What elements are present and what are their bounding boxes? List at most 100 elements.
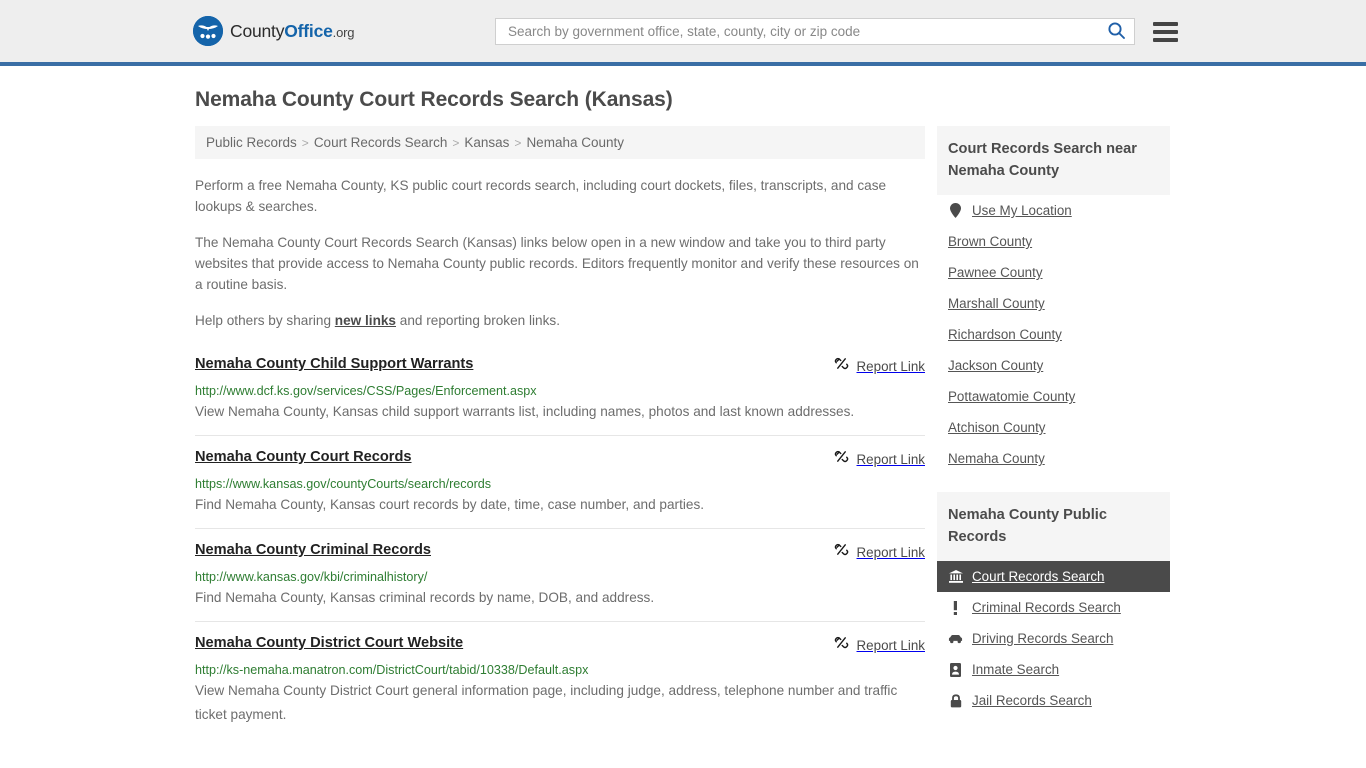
report-link-button[interactable]: Report Link — [834, 541, 925, 562]
sidebar-item-pottawatomie-county[interactable]: Pottawatomie County — [937, 381, 1170, 412]
report-link-label: Report Link — [856, 544, 925, 560]
sidebar-item-label: Jail Records Search — [972, 693, 1092, 708]
new-links-link[interactable]: new links — [335, 313, 396, 328]
sidebar-item-criminal-records-search[interactable]: Criminal Records Search — [937, 592, 1170, 623]
intro-p3-after: and reporting broken links. — [396, 313, 560, 328]
result-item: Nemaha County Child Support Warrants Rep… — [195, 355, 925, 436]
breadcrumb-item-kansas[interactable]: Kansas — [464, 135, 509, 150]
list-item: Nemaha County — [937, 443, 1170, 474]
main-column: Public Records > Court Records Search > … — [195, 126, 925, 750]
sidebar-item-inmate-search[interactable]: Inmate Search — [937, 654, 1170, 685]
broken-chain-icon — [834, 356, 849, 376]
broken-chain-icon — [834, 635, 849, 655]
header-search-zone — [495, 18, 1178, 45]
sidebar-item-jackson-county[interactable]: Jackson County — [937, 350, 1170, 381]
map-pin-icon — [948, 203, 963, 218]
sidebar-public-records-list: Court Records Search Criminal Records Se… — [937, 561, 1170, 716]
exclamation-icon — [948, 600, 963, 615]
result-header: Nemaha County Court Records Report Link — [195, 448, 925, 469]
report-link-label: Report Link — [856, 358, 925, 374]
list-item: Court Records Search — [937, 561, 1170, 592]
broken-chain-icon — [834, 542, 849, 562]
sidebar-item-richardson-county[interactable]: Richardson County — [937, 319, 1170, 350]
report-link-label: Report Link — [856, 451, 925, 467]
sidebar-item-label: Pawnee County — [948, 265, 1043, 280]
site-header: CountyOffice.org — [0, 0, 1366, 66]
result-url[interactable]: http://ks-nemaha.manatron.com/DistrictCo… — [195, 662, 925, 678]
breadcrumb: Public Records > Court Records Search > … — [195, 126, 925, 159]
breadcrumb-item-public-records[interactable]: Public Records — [206, 135, 297, 150]
result-url[interactable]: http://www.kansas.gov/kbi/criminalhistor… — [195, 569, 925, 585]
intro-text: Perform a free Nemaha County, KS public … — [195, 175, 925, 331]
sidebar-item-label: Pottawatomie County — [948, 389, 1076, 404]
result-title-link[interactable]: Nemaha County District Court Website — [195, 634, 463, 653]
hamburger-bar — [1153, 29, 1178, 34]
site-logo[interactable]: CountyOffice.org — [193, 16, 354, 46]
sidebar-heading-nearby: Court Records Search near Nemaha County — [937, 126, 1170, 195]
id-card-icon — [948, 662, 963, 677]
report-link-button[interactable]: Report Link — [834, 634, 925, 655]
result-description: Find Nemaha County, Kansas court records… — [195, 497, 705, 512]
result-title-link[interactable]: Nemaha County Child Support Warrants — [195, 355, 473, 374]
sidebar-item-brown-county[interactable]: Brown County — [937, 226, 1170, 257]
list-item: Criminal Records Search — [937, 592, 1170, 623]
page-body: Nemaha County Court Records Search (Kans… — [0, 88, 1366, 750]
breadcrumb-separator: > — [301, 135, 309, 150]
sidebar-item-label: Driving Records Search — [972, 631, 1114, 646]
report-link-button[interactable]: Report Link — [834, 355, 925, 376]
sidebar-item-label: Court Records Search — [972, 569, 1105, 584]
result-title-link[interactable]: Nemaha County Criminal Records — [195, 541, 431, 560]
sidebar-public-records-block: Nemaha County Public Records Court Recor… — [937, 492, 1170, 716]
lock-icon — [948, 693, 963, 708]
report-link-button[interactable]: Report Link — [834, 448, 925, 469]
car-icon — [948, 634, 963, 644]
list-item: Inmate Search — [937, 654, 1170, 685]
intro-paragraph-3: Help others by sharing new links and rep… — [195, 310, 925, 331]
sidebar-item-label: Criminal Records Search — [972, 600, 1121, 615]
result-description: View Nemaha County District Court genera… — [195, 683, 898, 722]
results-list: Nemaha County Child Support Warrants Rep… — [195, 355, 925, 738]
sidebar-item-pawnee-county[interactable]: Pawnee County — [937, 257, 1170, 288]
intro-paragraph-1: Perform a free Nemaha County, KS public … — [195, 178, 887, 214]
sidebar-item-label: Marshall County — [948, 296, 1045, 311]
breadcrumb-separator: > — [514, 135, 522, 150]
sidebar-item-label: Richardson County — [948, 327, 1062, 342]
result-description: Find Nemaha County, Kansas criminal reco… — [195, 590, 655, 605]
sidebar: Court Records Search near Nemaha County … — [937, 126, 1170, 716]
result-header: Nemaha County Criminal Records Report Li… — [195, 541, 925, 562]
intro-p3-before: Help others by sharing — [195, 313, 335, 328]
hamburger-menu-icon[interactable] — [1153, 21, 1178, 42]
list-item: Atchison County — [937, 412, 1170, 443]
search-button[interactable] — [1103, 21, 1130, 43]
result-header: Nemaha County Child Support Warrants Rep… — [195, 355, 925, 376]
list-item: Richardson County — [937, 319, 1170, 350]
breadcrumb-item-court-records-search[interactable]: Court Records Search — [314, 135, 448, 150]
sidebar-item-jail-records-search[interactable]: Jail Records Search — [937, 685, 1170, 716]
result-description: View Nemaha County, Kansas child support… — [195, 404, 855, 419]
sidebar-item-court-records-search[interactable]: Court Records Search — [937, 561, 1170, 592]
list-item: Pottawatomie County — [937, 381, 1170, 412]
search-icon — [1107, 21, 1126, 43]
breadcrumb-item-nemaha-county[interactable]: Nemaha County — [526, 135, 624, 150]
result-title-link[interactable]: Nemaha County Court Records — [195, 448, 412, 467]
search-input[interactable] — [506, 23, 1103, 40]
eagle-shield-icon — [193, 16, 223, 46]
result-url[interactable]: http://www.dcf.ks.gov/services/CSS/Pages… — [195, 383, 925, 399]
search-box[interactable] — [495, 18, 1135, 45]
sidebar-item-driving-records-search[interactable]: Driving Records Search — [937, 623, 1170, 654]
logo-text-county: County — [230, 20, 285, 41]
sidebar-item-label: Jackson County — [948, 358, 1044, 373]
sidebar-item-marshall-county[interactable]: Marshall County — [937, 288, 1170, 319]
breadcrumb-separator: > — [452, 135, 460, 150]
result-url[interactable]: https://www.kansas.gov/countyCourts/sear… — [195, 476, 925, 492]
sidebar-item-nemaha-county[interactable]: Nemaha County — [937, 443, 1170, 474]
sidebar-item-label: Nemaha County — [948, 451, 1045, 466]
list-item: Brown County — [937, 226, 1170, 257]
sidebar-item-use-my-location[interactable]: Use My Location — [937, 195, 1170, 226]
list-item: Jail Records Search — [937, 685, 1170, 716]
report-link-label: Report Link — [856, 637, 925, 653]
list-item: Jackson County — [937, 350, 1170, 381]
sidebar-item-label: Atchison County — [948, 420, 1046, 435]
sidebar-item-atchison-county[interactable]: Atchison County — [937, 412, 1170, 443]
courthouse-icon — [948, 570, 963, 583]
